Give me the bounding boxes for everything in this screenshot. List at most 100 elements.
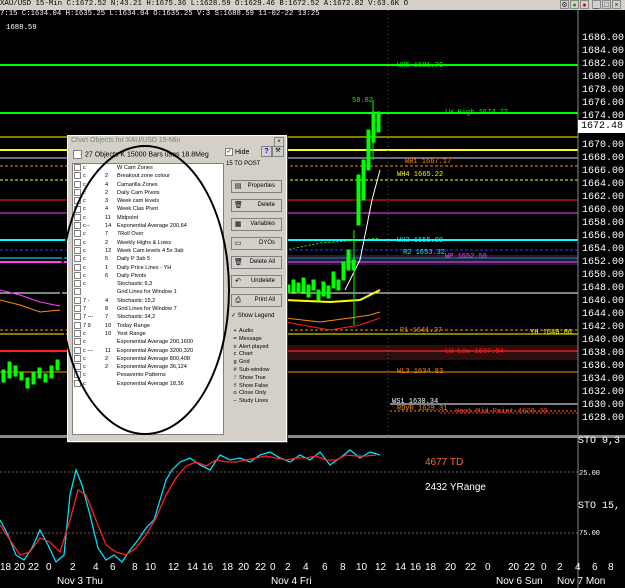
time-tick: 20 xyxy=(508,562,520,573)
checkbox-icon[interactable] xyxy=(74,238,81,246)
settings-icon[interactable]: ⚙ xyxy=(560,0,569,9)
checkbox-icon[interactable] xyxy=(74,188,81,196)
object-list-item[interactable]: 7 - 4 Stochastic 15,2 xyxy=(73,296,223,305)
objects-list[interactable]: c W Cam Zones c 2 Breakout zone colour c 4 Cama… xyxy=(72,163,224,435)
object-list-item[interactable]: c 2 Exponential Average 36,124 xyxy=(73,363,223,371)
object-list-item[interactable]: c 2 Breakout zone colour xyxy=(73,172,223,180)
item-label: Exponential Average 36,124 xyxy=(117,364,187,371)
undelete-button[interactable]: ↶ Undelete xyxy=(231,275,282,288)
maximize-icon[interactable]: □ xyxy=(602,0,611,9)
date-label-nov6: Nov 6 Sun xyxy=(496,576,543,587)
time-tick: 8 xyxy=(132,562,138,573)
checkbox-icon[interactable] xyxy=(74,246,81,254)
tools-icon[interactable]: ⚒ xyxy=(272,146,284,157)
object-list-item[interactable]: c 11 Midpoint xyxy=(73,213,223,222)
checkbox-icon[interactable] xyxy=(74,164,81,172)
item-number: 11 xyxy=(105,347,111,354)
object-list-item[interactable]: c 7 7Roll Over xyxy=(73,230,223,238)
minimize-icon[interactable]: _ xyxy=(592,0,601,9)
item-number: 10 xyxy=(105,322,112,329)
hide-checkbox[interactable]: ✓ Hide xyxy=(225,148,249,156)
object-list-item[interactable]: c Exponential Average 18,36 xyxy=(73,379,223,388)
checkbox-icon[interactable] xyxy=(74,346,81,354)
item-label: Yest Range xyxy=(117,330,146,337)
time-tick: 22 xyxy=(465,562,477,573)
object-list-item[interactable]: c --- 11 Exponential Average 3200,320 xyxy=(73,346,223,355)
item-number: 11 xyxy=(105,214,111,221)
object-list-item[interactable]: c Stochastic 9,3 xyxy=(73,280,223,288)
date-label-nov7: Nov 7 Mon xyxy=(557,576,606,587)
item-label: Daily Price Lines - YH xyxy=(117,264,172,271)
object-list-item[interactable]: c 2 Weekly Highs & Lows xyxy=(73,238,223,247)
object-list-item[interactable]: c W Cam Zones xyxy=(73,164,223,172)
close-icon[interactable]: × xyxy=(612,0,621,9)
delete-all-button[interactable]: 🗑 Delete All xyxy=(231,256,282,269)
object-list-item[interactable]: c Pesavento Patterns xyxy=(73,371,223,379)
red-icon[interactable]: ● xyxy=(580,0,589,9)
time-tick: 2 xyxy=(70,562,76,573)
item-prefix: c xyxy=(83,281,86,288)
object-list-item[interactable]: c 10 Yest Range xyxy=(73,329,223,338)
check-icon[interactable]: ✓ xyxy=(225,148,233,156)
checkbox-icon[interactable] xyxy=(74,197,81,205)
object-list-item[interactable]: 7 9 10 Today Range xyxy=(73,321,223,330)
trash-all-icon: 🗑 xyxy=(234,259,243,266)
item-label: Weekly Highs & Lows xyxy=(117,239,171,246)
checkbox-icon[interactable] xyxy=(74,296,81,304)
checkbox-icon[interactable] xyxy=(74,338,81,346)
item-prefix: c xyxy=(83,264,86,271)
help-icon[interactable]: ? xyxy=(261,146,272,157)
variables-button[interactable]: ▦ Variables xyxy=(231,218,282,231)
checkbox-icon[interactable] xyxy=(74,363,81,371)
object-list-item[interactable]: c Exponential Average 200,1600 xyxy=(73,338,223,346)
object-list-item[interactable]: c 1 Daily Price Lines - YH xyxy=(73,263,223,272)
checkbox-icon[interactable] xyxy=(74,263,81,271)
object-list-item[interactable]: c-- 14 Exponential Average 200,64 xyxy=(73,222,223,230)
checkbox-icon[interactable] xyxy=(74,271,81,279)
checkbox-icon[interactable] xyxy=(74,280,81,288)
green-icon[interactable]: ● xyxy=(570,0,579,9)
dyos-button[interactable]: ▭ DYOs xyxy=(231,237,282,250)
object-list-item[interactable]: c 4 Camarilla Zones xyxy=(73,180,223,189)
checkbox-icon[interactable] xyxy=(74,321,81,329)
checkbox-icon[interactable] xyxy=(74,371,81,379)
item-number: 4 xyxy=(105,297,109,304)
chart-objects-dialog[interactable]: Chart Objects for XAU/USD 15-Min × 27 Ob… xyxy=(67,135,287,442)
checkbox-icon[interactable] xyxy=(73,150,82,159)
object-list-item[interactable]: Grid Lines for Window 1 xyxy=(73,288,223,296)
item-label: Grid Lines for Window 7 xyxy=(117,306,177,313)
checkbox-icon[interactable] xyxy=(74,172,81,180)
item-label: Midpoint xyxy=(117,214,139,221)
legend-item: -- Study Lines xyxy=(231,398,285,406)
checkbox-icon[interactable] xyxy=(74,329,81,337)
item-number: 3 xyxy=(105,198,109,205)
object-count: 27 Objects K 15000 Bars uses 18.8Meg xyxy=(73,150,221,159)
checkbox-icon[interactable] xyxy=(74,230,81,238)
checkbox-icon[interactable] xyxy=(74,205,81,213)
delete-button[interactable]: 🗑 Delete xyxy=(231,199,282,212)
checkbox-icon[interactable] xyxy=(74,354,81,362)
object-list-item[interactable]: c 6 Daily Pivots xyxy=(73,271,223,280)
object-list-item[interactable]: c 2 Daily Cam Pivots xyxy=(73,188,223,197)
object-list-item[interactable]: c 5 Daily P 3ab 5 xyxy=(73,255,223,263)
checkbox-icon[interactable] xyxy=(74,255,81,263)
show-legend-toggle[interactable]: ✓ Show Legend xyxy=(231,312,274,319)
object-list-item[interactable]: 7 8 Grid Lines for Window 7 xyxy=(73,305,223,313)
object-list-item[interactable]: 7 --- 7 Stochastic 34,2 xyxy=(73,313,223,321)
time-tick: 18 xyxy=(222,562,234,573)
item-number: 7 xyxy=(105,314,109,321)
checkbox-icon[interactable] xyxy=(74,288,81,296)
object-list-item[interactable]: c 3 Week cam levels xyxy=(73,197,223,205)
checkbox-icon[interactable] xyxy=(74,313,81,321)
checkbox-icon[interactable] xyxy=(74,213,81,221)
print-all-button[interactable]: ⎙ Print All xyxy=(231,294,282,307)
object-list-item[interactable]: c 4 Week Clas Pivot xyxy=(73,205,223,213)
properties-button[interactable]: ▤ Properties xyxy=(231,180,282,193)
checkbox-icon[interactable] xyxy=(74,305,81,313)
object-list-item[interactable]: c 12 Week Cam levels 4 5x 3ab xyxy=(73,246,223,255)
checkbox-icon[interactable] xyxy=(74,222,81,230)
wh3-label: WH3 1655.09 xyxy=(397,237,444,245)
object-list-item[interactable]: c 2 Exponential Average 800,408 xyxy=(73,354,223,363)
checkbox-icon[interactable] xyxy=(74,180,81,188)
checkbox-icon[interactable] xyxy=(74,379,81,387)
